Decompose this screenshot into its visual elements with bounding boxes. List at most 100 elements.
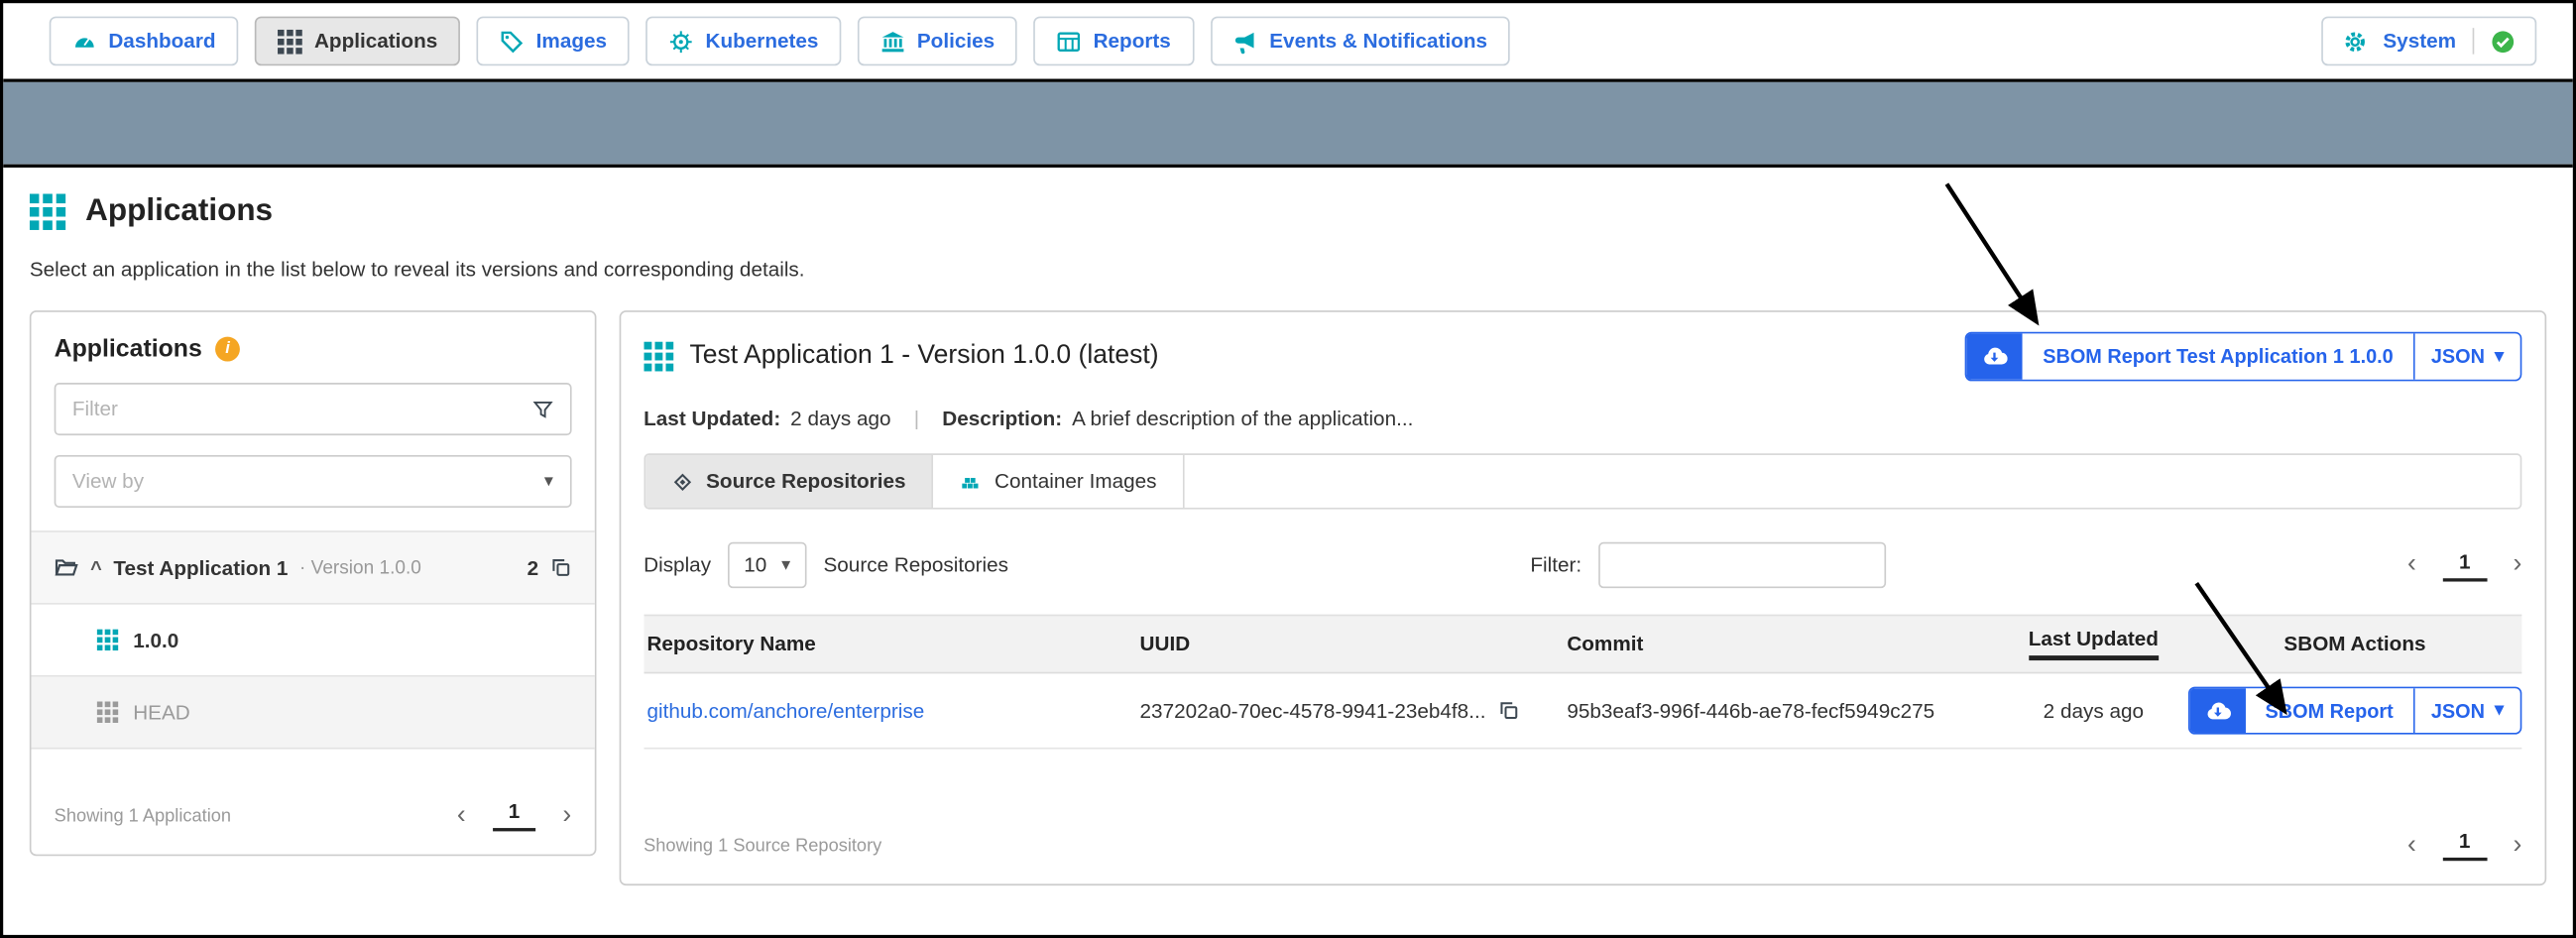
system-button[interactable]: System bbox=[2383, 30, 2456, 53]
sbom-report-row-button[interactable]: SBOM Report bbox=[2246, 688, 2415, 733]
sidebar-filter-input[interactable] bbox=[72, 398, 519, 420]
collapse-icon[interactable]: ^ bbox=[90, 556, 102, 579]
nav-label: Events & Notifications bbox=[1269, 30, 1487, 53]
megaphone-icon bbox=[1233, 29, 1258, 54]
sbom-report-header-button[interactable]: SBOM Report Test Application 1 1.0.0 bbox=[2023, 333, 2414, 379]
top-nav: Dashboard Applications Images Kubernetes… bbox=[3, 3, 2572, 82]
source-repo-diamond-icon bbox=[671, 471, 693, 493]
commit-value: 95b3eaf3-996f-446b-ae78-fecf5949c275 bbox=[1564, 699, 1999, 722]
display-suffix: Source Repositories bbox=[823, 553, 1008, 576]
next-page-button[interactable]: › bbox=[2514, 552, 2522, 579]
copy-icon[interactable] bbox=[550, 557, 572, 579]
content-panels: Applications i View by ▾ ^ Test Applicat… bbox=[30, 310, 2546, 885]
nav-images-button[interactable]: Images bbox=[477, 17, 630, 66]
health-check-icon[interactable] bbox=[2491, 29, 2516, 54]
prev-page-button[interactable]: ‹ bbox=[457, 802, 466, 829]
last-updated-cell: 2 days ago bbox=[1999, 699, 2188, 722]
nav-button-group: Dashboard Applications Images Kubernetes… bbox=[50, 17, 1511, 66]
chevron-down-icon: ▾ bbox=[2495, 347, 2504, 365]
application-version: · Version 1.0.0 bbox=[299, 558, 421, 578]
tab-container-images[interactable]: Container Images bbox=[934, 455, 1185, 508]
nav-kubernetes-button[interactable]: Kubernetes bbox=[646, 17, 842, 66]
application-grid-icon bbox=[644, 342, 673, 372]
detail-meta: Last Updated: 2 days ago | Description: … bbox=[644, 408, 2521, 430]
sbom-format-select[interactable]: JSON ▾ bbox=[2414, 688, 2519, 733]
current-page: 1 bbox=[2442, 549, 2487, 580]
version-count: 2 bbox=[527, 556, 539, 579]
version-label: 1.0.0 bbox=[133, 629, 178, 651]
nav-label: Reports bbox=[1094, 30, 1171, 53]
nav-applications-button[interactable]: Applications bbox=[255, 17, 460, 66]
cloud-download-icon bbox=[1982, 343, 2009, 370]
table-filter-input[interactable] bbox=[1598, 542, 1886, 588]
last-updated-label: Last Updated: bbox=[644, 408, 780, 430]
column-header-uuid[interactable]: UUID bbox=[1136, 633, 1564, 655]
application-detail-panel: Test Application 1 - Version 1.0.0 (late… bbox=[619, 310, 2546, 885]
nav-reports-button[interactable]: Reports bbox=[1034, 17, 1194, 66]
tags-icon bbox=[500, 29, 525, 54]
sbom-download-button[interactable] bbox=[1967, 333, 2023, 379]
meta-divider: | bbox=[914, 408, 919, 430]
view-by-select[interactable]: View by ▾ bbox=[55, 455, 572, 508]
nav-label: Kubernetes bbox=[705, 30, 818, 53]
repository-link[interactable]: github.com/anchore/enterprise bbox=[646, 699, 924, 722]
nav-events-notifications-button[interactable]: Events & Notifications bbox=[1211, 17, 1511, 66]
description-label: Description: bbox=[942, 408, 1062, 430]
nav-label: Applications bbox=[314, 30, 437, 53]
kubernetes-helm-icon bbox=[669, 29, 694, 54]
table-filter-label: Filter: bbox=[1530, 553, 1581, 576]
display-label: Display bbox=[644, 553, 711, 576]
sbom-format-select[interactable]: JSON ▾ bbox=[2414, 333, 2519, 379]
page-subtitle: Select an application in the list below … bbox=[30, 258, 2546, 281]
info-icon[interactable]: i bbox=[215, 337, 240, 362]
next-page-button[interactable]: › bbox=[562, 802, 571, 829]
table-pagination-top: ‹ 1 › bbox=[2407, 549, 2521, 580]
chevron-down-icon: ▾ bbox=[781, 556, 790, 574]
application-name: Test Application 1 bbox=[113, 556, 288, 579]
tab-label: Container Images bbox=[995, 470, 1156, 493]
version-grid-icon bbox=[97, 701, 119, 723]
table-controls: Display 10 ▾ Source Repositories Filter:… bbox=[644, 542, 2521, 588]
column-header-commit[interactable]: Commit bbox=[1564, 633, 1999, 655]
tab-label: Source Repositories bbox=[706, 470, 905, 493]
detail-header: Test Application 1 - Version 1.0.0 (late… bbox=[644, 332, 2521, 382]
column-header-sbom-actions[interactable]: SBOM Actions bbox=[2188, 633, 2522, 655]
dashboard-icon bbox=[72, 29, 97, 54]
source-repositories-table: Repository Name UUID Commit Last Updated… bbox=[644, 615, 2521, 750]
prev-page-button[interactable]: ‹ bbox=[2407, 832, 2416, 859]
copy-icon[interactable] bbox=[1499, 700, 1521, 722]
nav-dashboard-button[interactable]: Dashboard bbox=[50, 17, 239, 66]
nav-label: Policies bbox=[917, 30, 995, 53]
table-pagination-bottom: ‹ 1 › bbox=[2407, 830, 2521, 861]
version-row-head[interactable]: HEAD bbox=[31, 677, 594, 750]
application-list: ^ Test Application 1 · Version 1.0.0 2 1… bbox=[31, 530, 594, 749]
page-title: Applications bbox=[85, 194, 273, 230]
display-count-value: 10 bbox=[744, 553, 766, 576]
current-page: 1 bbox=[492, 800, 536, 831]
nav-label: Dashboard bbox=[108, 30, 215, 53]
application-row[interactable]: ^ Test Application 1 · Version 1.0.0 2 bbox=[31, 532, 594, 605]
sbom-format-label: JSON bbox=[2431, 699, 2485, 722]
nav-policies-button[interactable]: Policies bbox=[858, 17, 1017, 66]
column-header-repository-name[interactable]: Repository Name bbox=[644, 633, 1136, 655]
applications-grid-icon bbox=[30, 194, 65, 230]
display-count-select[interactable]: 10 ▾ bbox=[728, 542, 807, 588]
background-band bbox=[3, 82, 2572, 165]
reports-table-icon bbox=[1057, 29, 1082, 54]
sbom-report-header-button-group: SBOM Report Test Application 1 1.0.0 JSO… bbox=[1965, 332, 2521, 382]
column-header-last-updated[interactable]: Last Updated bbox=[1999, 628, 2188, 660]
tab-source-repositories[interactable]: Source Repositories bbox=[645, 455, 934, 508]
nav-divider bbox=[2473, 28, 2475, 55]
detail-tabs: Source Repositories Container Images bbox=[644, 453, 2521, 509]
nav-right-group: System bbox=[2320, 17, 2536, 66]
cloud-download-icon bbox=[2204, 697, 2231, 724]
last-updated-value: 2 days ago bbox=[790, 408, 890, 430]
view-by-placeholder: View by bbox=[72, 470, 144, 493]
sbom-download-button[interactable] bbox=[2189, 688, 2245, 733]
version-row-1-0-0[interactable]: 1.0.0 bbox=[31, 605, 594, 677]
sbom-format-label: JSON bbox=[2431, 345, 2485, 368]
prev-page-button[interactable]: ‹ bbox=[2407, 552, 2416, 579]
current-page: 1 bbox=[2442, 830, 2487, 861]
detail-footer-text: Showing 1 Source Repository bbox=[644, 836, 881, 856]
next-page-button[interactable]: › bbox=[2514, 832, 2522, 859]
